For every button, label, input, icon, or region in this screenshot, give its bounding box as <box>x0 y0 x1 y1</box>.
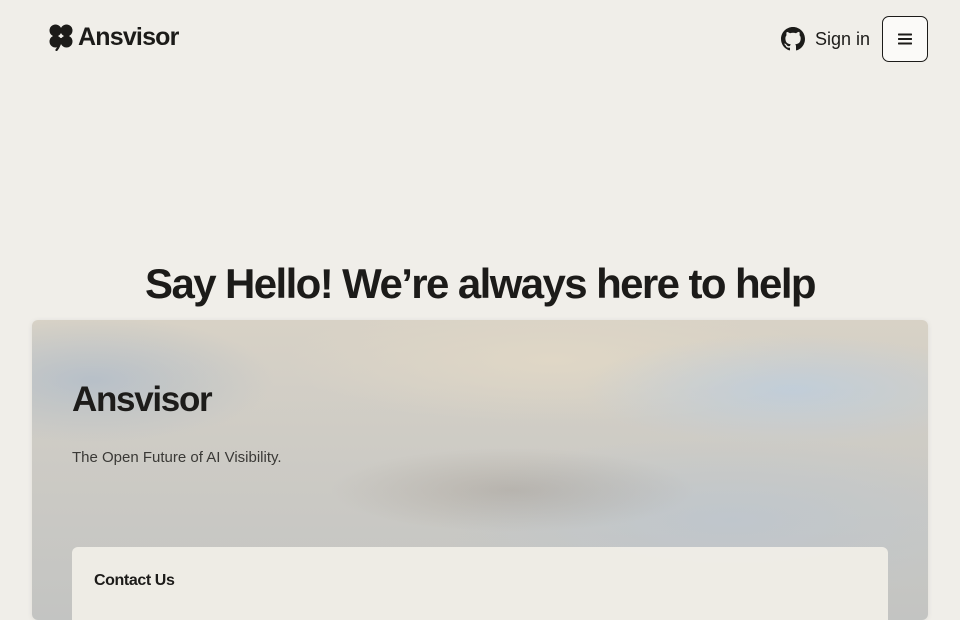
contact-form-panel: Contact Us <box>72 547 888 620</box>
page-title: Say Hello! We’re always here to help <box>145 260 817 307</box>
logo-link[interactable]: Ansvisor <box>48 22 179 52</box>
card-tagline: The Open Future of AI Visibility. <box>72 449 282 466</box>
site-header: Ansvisor Sign in <box>0 0 960 78</box>
card-title: Ansvisor <box>72 380 213 419</box>
clover-icon <box>49 24 73 51</box>
logo-text: Ansvisor <box>78 22 179 51</box>
contact-heading: Contact Us <box>94 572 175 589</box>
header-actions: Sign in <box>780 16 928 62</box>
contact-card: Ansvisor The Open Future of AI Visibilit… <box>32 320 928 620</box>
github-icon[interactable] <box>780 27 805 51</box>
hamburger-icon <box>898 33 912 45</box>
menu-button[interactable] <box>882 16 928 62</box>
sign-in-link[interactable]: Sign in <box>815 29 870 50</box>
